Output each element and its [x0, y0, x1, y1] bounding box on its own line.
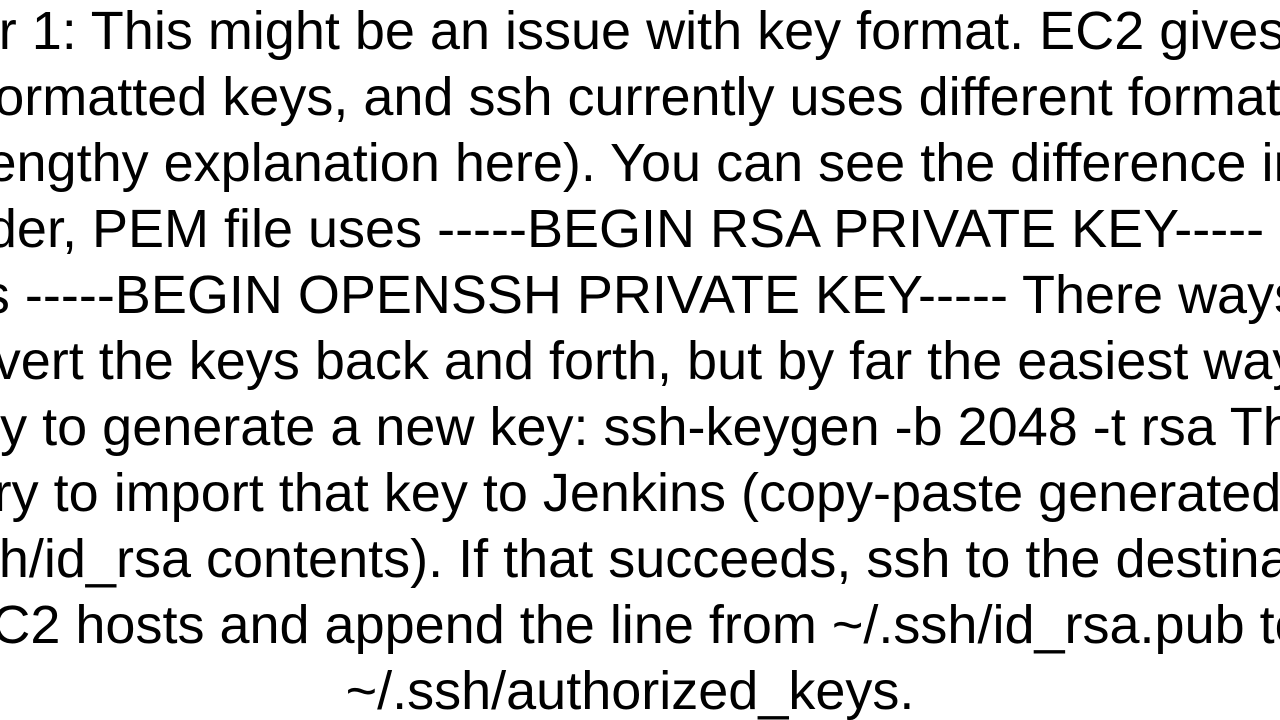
viewport: ver 1: This might be an issue with key f…: [0, 0, 1280, 720]
answer-body-text: ver 1: This might be an issue with key f…: [0, 0, 1280, 720]
